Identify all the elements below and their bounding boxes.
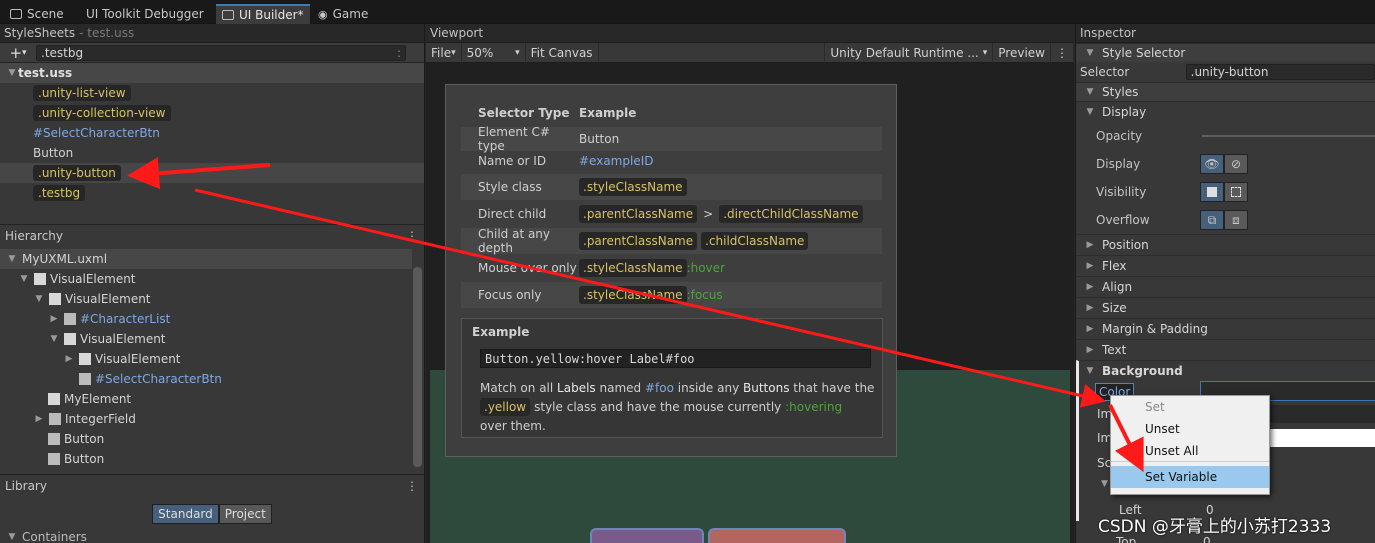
annotation-arrows [127,157,1144,473]
watermark: CSDN @牙膏上的小苏打2333 [1098,517,1332,537]
arrow-to-set-variable [1108,404,1144,473]
arrow-to-color [194,188,1106,408]
arrow-to-unity-button [127,157,271,190]
